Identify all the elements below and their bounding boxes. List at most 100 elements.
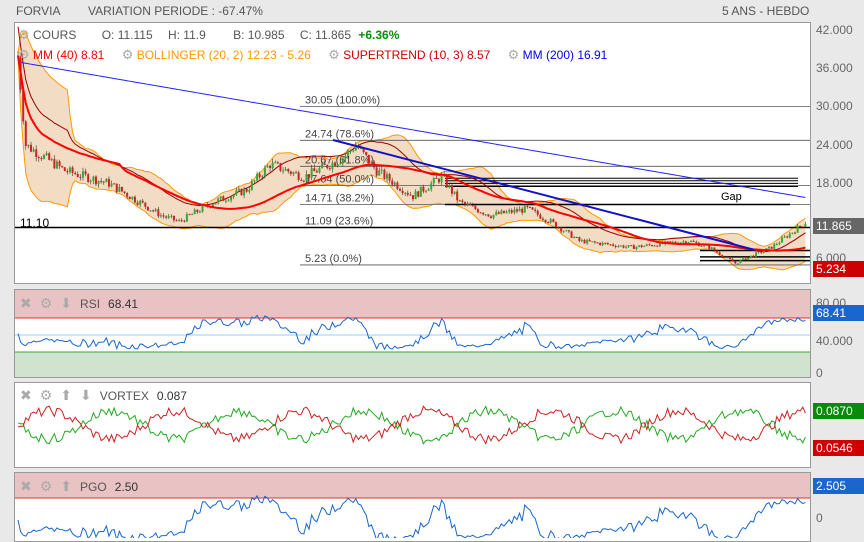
candle-body [736,263,739,265]
candle-body [110,183,113,187]
close-icon[interactable]: ✖ [20,295,32,312]
candle-body [318,167,321,173]
candle-body [640,245,643,247]
candle-body [502,210,505,214]
candle-body [165,216,168,218]
candle-body [448,185,451,188]
rsi-tag: 68.41 [813,305,864,321]
candle-body [84,171,87,175]
candle-body [414,191,417,200]
candle-body [544,219,547,223]
candle-body [276,162,279,164]
pgo-line [17,494,806,538]
gear-icon[interactable]: ⚙ [508,47,520,62]
gear-icon[interactable]: ⚙ [18,27,30,42]
candle-body [339,163,342,165]
candle-body [622,245,625,248]
close-icon[interactable]: ✖ [20,387,32,404]
candle-body [552,219,555,222]
candle-body [412,195,414,200]
candle-body [635,246,638,249]
arrow-down-icon[interactable]: ⬇ [60,295,72,312]
candle-body [167,216,170,218]
candle-body [102,181,105,183]
close-icon[interactable]: ✖ [20,478,32,495]
candle-body [684,241,687,244]
candle-body [107,178,110,187]
candle-body [721,254,724,257]
candle-body [471,205,474,207]
candle-body [487,214,490,217]
candle-body [172,215,175,221]
candle-body [336,164,339,167]
chart-plot: 30.05 (100.0%)24.74 (78.6%)20.67 (61.8%)… [15,26,810,538]
candle-body [682,241,685,243]
candle-body [58,161,61,167]
candle-body [612,244,615,246]
candle-body [560,227,563,232]
legend-indicators: ⚙ MM (40) 8.81 ⚙ BOLLINGER (20, 2) 12.23… [18,47,608,62]
arrow-up-icon[interactable]: ⬆ [60,478,72,495]
candle-body [489,216,492,219]
candle-body [50,159,53,161]
candle-body [40,157,43,159]
candle-body [133,196,136,203]
candle-body [554,221,557,228]
candle-body [274,162,277,164]
candle-body [89,180,92,182]
candle-body [791,232,794,234]
candle-body [120,186,123,192]
candle-body [334,162,337,167]
candle-body [565,230,568,232]
candle-body [466,203,469,205]
arrow-down-icon[interactable]: ⬇ [80,387,92,404]
candle-body [757,251,760,253]
candle-body [562,231,565,233]
candle-body [469,203,472,206]
candle-body [599,242,602,246]
candle-body [580,239,583,241]
candle-body [463,202,466,205]
candle-body [632,245,635,249]
candle-body [778,242,781,245]
candle-body [749,255,752,258]
candle-body [136,202,139,205]
candle-body [123,191,126,194]
candle-body [567,230,570,232]
axis-tick: 40.000 [816,334,853,348]
candle-body [219,196,222,199]
pgo-toolbar: ✖ ⚙ ⬆ PGO 2.50 [20,478,139,495]
candle-body [422,186,425,192]
arrow-up-icon[interactable]: ⬆ [60,387,72,404]
gear-icon[interactable]: ⚙ [328,47,340,62]
gap-label: Gap [721,191,742,203]
candle-body [804,223,807,227]
vortex-minus-tag: 0.0546 [813,440,864,456]
candle-body [419,186,422,197]
candle-body [508,210,511,212]
candle-body [731,259,734,262]
bollinger-band-fill [18,32,806,270]
gear-icon[interactable]: ⚙ [40,478,53,495]
gear-icon[interactable]: ⚙ [40,295,53,312]
candle-body [690,240,693,243]
candle-body [474,205,477,210]
candle-body [755,252,758,257]
candle-body [609,244,612,246]
gear-icon[interactable]: ⚙ [122,47,134,62]
candle-body [232,194,235,197]
candle-body [222,196,225,201]
candle-body [388,173,391,181]
candle-body [723,256,726,258]
candle-body [245,188,248,192]
candle-body [282,170,285,172]
gear-icon[interactable]: ⚙ [18,47,30,62]
candle-body [718,252,721,255]
candle-body [214,202,217,205]
axis-tick: 42.000 [816,23,853,37]
candle-body [456,191,459,201]
candle-body [762,250,765,253]
vortex-toolbar: ✖ ⚙ ⬆ ⬇ VORTEX 0.087 [20,387,187,404]
candle-body [191,214,194,216]
gear-icon[interactable]: ⚙ [40,387,53,404]
